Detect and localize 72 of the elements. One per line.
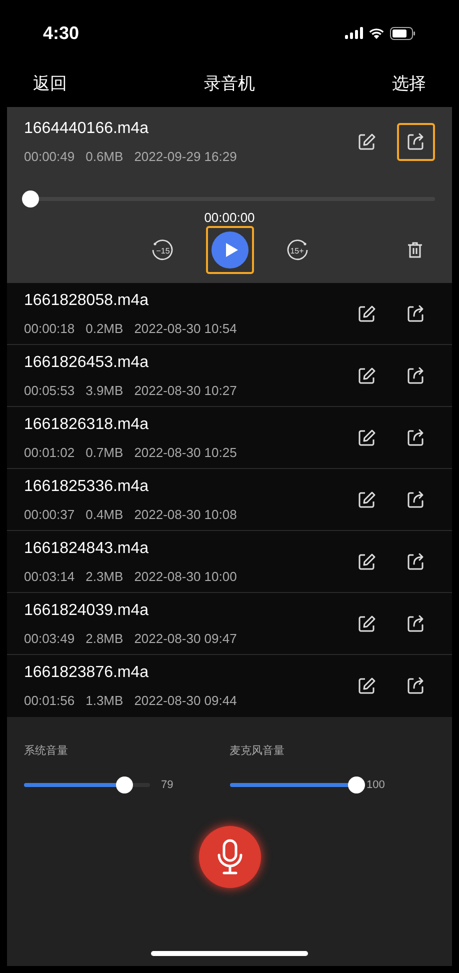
duration-text: 00:03:49: [24, 630, 75, 648]
file-name: 1661824843.m4a: [24, 538, 150, 559]
date-text: 2022-08-30 10:25: [134, 444, 237, 462]
file-name: 1661826453.m4a: [24, 352, 150, 373]
share-icon: [406, 490, 426, 510]
signal-icon: [345, 27, 363, 39]
file-name: 1661825336.m4a: [24, 476, 150, 497]
microphone-icon: [216, 839, 242, 875]
date-text: 2022-09-29 16:29: [134, 148, 237, 166]
size-text: 2.3MB: [86, 568, 124, 586]
file-name: 1661826318.m4a: [24, 414, 150, 435]
volume-label: 麦克风音量: [230, 744, 286, 759]
edit-icon: [357, 676, 377, 696]
volume-label: 系统音量: [24, 744, 69, 759]
status-time: 4:30: [43, 22, 80, 44]
date-text: 2022-08-30 09:44: [134, 692, 237, 710]
date-text: 2022-08-30 09:47: [134, 630, 237, 648]
forward-button[interactable]: 15+: [286, 238, 310, 262]
duration-text: 00:00:37: [24, 506, 75, 524]
duration-text: 00:01:02: [24, 444, 75, 462]
size-text: 0.6MB: [86, 148, 124, 166]
size-text: 0.4MB: [86, 506, 124, 524]
wifi-icon: [368, 27, 385, 39]
edit-icon: [357, 490, 377, 510]
edit-icon: [357, 366, 377, 386]
select-button[interactable]: 选择: [392, 71, 426, 97]
trash-icon: [405, 240, 425, 260]
size-text: 1.3MB: [86, 692, 124, 710]
position-time: 00:00:00: [204, 210, 255, 224]
screen-title: 录音机: [204, 73, 255, 96]
duration-text: 00:00:49: [24, 148, 75, 166]
play-button[interactable]: [206, 226, 254, 274]
edit-icon: [357, 428, 377, 448]
edit-icon: [357, 132, 377, 152]
duration-text: 00:03:14: [24, 568, 75, 586]
record-button[interactable]: [198, 826, 260, 888]
delete-button[interactable]: [405, 240, 425, 260]
date-text: 2022-08-30 10:00: [134, 568, 237, 586]
back-button[interactable]: 返回: [33, 71, 67, 97]
date-text: 2022-08-30 10:54: [134, 320, 237, 338]
size-text: 2.8MB: [86, 630, 124, 648]
share-icon: [406, 304, 426, 324]
share-icon: [406, 552, 426, 572]
date-text: 2022-08-30 10:27: [134, 382, 237, 400]
share-icon: [406, 132, 426, 152]
date-text: 2022-08-30 10:08: [134, 506, 237, 524]
battery-icon: [390, 26, 416, 40]
share-button[interactable]: [397, 122, 435, 161]
share-icon: [406, 676, 426, 696]
duration-text: 00:01:56: [24, 692, 75, 710]
progress-thumb[interactable]: [22, 190, 39, 207]
play-icon: [210, 230, 248, 268]
size-text: 3.9MB: [86, 382, 124, 400]
edit-icon: [357, 552, 377, 572]
volume-thumb[interactable]: [116, 776, 133, 794]
size-text: 0.2MB: [86, 320, 124, 338]
file-name: 1661824039.m4a: [24, 600, 150, 621]
duration-text: 00:05:53: [24, 382, 75, 400]
size-text: 0.7MB: [86, 444, 124, 462]
duration-text: 00:00:18: [24, 320, 75, 338]
share-icon: [406, 428, 426, 448]
share-icon: [406, 366, 426, 386]
volume-thumb[interactable]: [348, 776, 364, 794]
file-name: 1664440166.m4a: [24, 119, 150, 139]
volume-value: 100: [366, 778, 385, 792]
file-name: 1661823876.m4a: [24, 663, 150, 684]
edit-icon: [357, 304, 377, 324]
edit-icon: [357, 614, 377, 634]
share-icon: [406, 614, 426, 634]
file-name: 1661828058.m4a: [24, 290, 150, 311]
volume-value: 79: [161, 778, 174, 792]
rewind-button[interactable]: −15: [150, 238, 174, 262]
